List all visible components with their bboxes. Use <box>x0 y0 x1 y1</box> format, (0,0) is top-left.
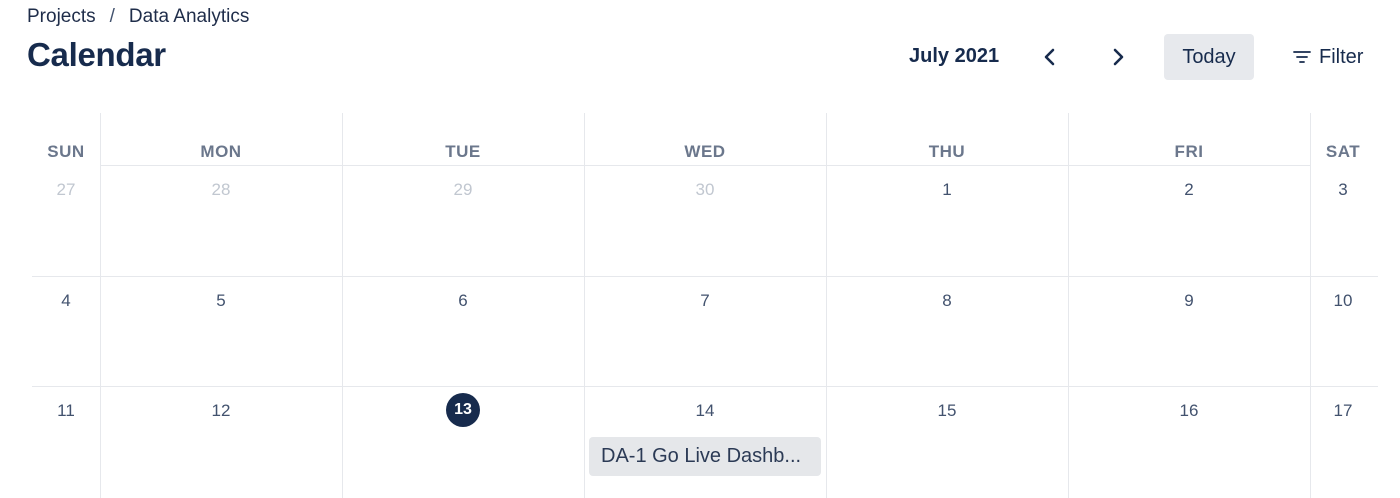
chevron-right-icon <box>1113 48 1124 66</box>
page-title: Calendar <box>27 36 166 73</box>
day-number[interactable]: 4 <box>61 291 70 311</box>
day-number[interactable]: 6 <box>458 291 467 311</box>
day-number[interactable]: 16 <box>1180 401 1199 421</box>
day-number[interactable]: 5 <box>216 291 225 311</box>
breadcrumb-data-analytics[interactable]: Data Analytics <box>129 6 249 28</box>
grid-column-divider <box>100 113 101 498</box>
grid-column-divider <box>1068 113 1069 498</box>
day-number[interactable]: 28 <box>212 180 231 200</box>
breadcrumb-separator: / <box>109 6 115 27</box>
day-number[interactable]: 27 <box>57 180 76 200</box>
weekday-header-fri: FRI <box>1174 142 1204 161</box>
calendar-grid: SUN MON TUE WED THU FRI SAT 27 28 29 30 1 2 3 4 5 6 7 8 9 10… <box>32 113 1378 498</box>
month-label: July 2021 <box>909 45 1000 67</box>
breadcrumb-projects[interactable]: Projects <box>27 6 96 28</box>
day-number[interactable]: 14 <box>696 401 715 421</box>
day-number[interactable]: 8 <box>942 291 951 311</box>
grid-column-divider <box>342 113 343 498</box>
day-number[interactable]: 10 <box>1334 291 1353 311</box>
filter-button[interactable]: Filter <box>1293 44 1363 70</box>
next-month-button[interactable] <box>1103 42 1133 72</box>
grid-column-divider <box>584 113 585 498</box>
weekday-header-sat: SAT <box>1325 142 1361 161</box>
day-number[interactable]: 7 <box>700 291 709 311</box>
day-number[interactable]: 29 <box>454 180 473 200</box>
prev-month-button[interactable] <box>1035 42 1065 72</box>
today-button[interactable]: Today <box>1164 34 1254 80</box>
grid-row-divider <box>32 276 1378 277</box>
grid-row-divider <box>32 386 1378 387</box>
filter-label: Filter <box>1319 45 1364 68</box>
weekday-header-tue: TUE <box>445 142 481 161</box>
weekday-header-mon: MON <box>200 142 242 161</box>
today-day-number[interactable]: 13 <box>446 393 480 427</box>
grid-column-divider <box>826 113 827 498</box>
day-number[interactable]: 9 <box>1184 291 1193 311</box>
filter-icon <box>1293 51 1311 63</box>
day-number[interactable]: 17 <box>1334 401 1353 421</box>
day-number[interactable]: 11 <box>57 401 75 421</box>
day-number[interactable]: 1 <box>942 180 951 200</box>
day-number[interactable]: 2 <box>1184 180 1193 200</box>
chevron-left-icon <box>1044 48 1055 66</box>
day-number[interactable]: 3 <box>1338 180 1347 200</box>
breadcrumb: Projects / Data Analytics <box>27 6 249 28</box>
day-number[interactable]: 30 <box>696 180 715 200</box>
grid-row-divider <box>100 165 1310 166</box>
day-number[interactable]: 15 <box>938 401 957 421</box>
grid-column-divider <box>1310 113 1311 498</box>
weekday-header-thu: THU <box>928 142 966 161</box>
weekday-header-sun: SUN <box>47 142 85 161</box>
calendar-event[interactable]: DA-1 Go Live Dashb... <box>589 437 821 476</box>
weekday-header-wed: WED <box>684 142 726 161</box>
day-number[interactable]: 12 <box>212 401 231 421</box>
